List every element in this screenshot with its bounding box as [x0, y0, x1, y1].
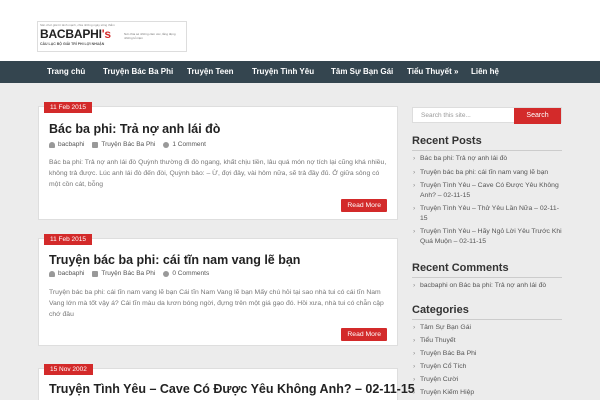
widget-divider — [412, 319, 562, 320]
widget-divider — [412, 150, 562, 151]
user-icon — [49, 270, 55, 277]
post-author[interactable]: bacbaphi — [58, 270, 84, 277]
folder-icon — [92, 270, 99, 277]
recent-post-link[interactable]: Truyện bác ba phi: cái tĩn nam vang lẽ b… — [412, 168, 562, 178]
folder-icon — [92, 141, 99, 148]
post-card: 11 Feb 2015 Truyện bác ba phi: cái tĩn n… — [38, 234, 398, 346]
category-link[interactable]: Truyện Cổ Tích — [412, 362, 562, 372]
logo-name-suffix: 's — [101, 27, 111, 41]
search-input[interactable]: Search this site... Search — [412, 107, 562, 124]
post-date: 15 Nov 2002 — [44, 364, 93, 375]
search-button[interactable]: Search — [514, 108, 561, 124]
logo-name: BACBAPHI's — [40, 27, 111, 41]
post-title[interactable]: Truyện Tình Yêu – Cave Có Được Yêu Không… — [49, 382, 415, 396]
recent-post-link[interactable]: Truyện Tình Yêu – Hãy Ngỏ Lời Yêu Trước … — [412, 227, 562, 247]
main-nav: Trang chủ Truyện Bác Ba Phi Truyện Teen … — [0, 61, 600, 83]
nav-item-lien-he[interactable]: Liên hệ — [471, 61, 499, 83]
recent-post-link[interactable]: Truyện Tình Yêu – Thử Yêu Lần Nữa – 02-1… — [412, 204, 562, 224]
category-link[interactable]: Truyện Cười — [412, 375, 562, 385]
post-comments[interactable]: 1 Comment — [172, 141, 206, 148]
post-meta: bacbaphi Truyện Bác Ba Phi 0 Comments — [49, 270, 209, 277]
post-category[interactable]: Truyện Bác Ba Phi — [101, 270, 155, 277]
comment-icon — [163, 141, 170, 148]
comment-icon — [163, 270, 170, 277]
categories-title: Categories — [412, 304, 469, 316]
recent-comment-link[interactable]: bacbaphi on Bác ba phi: Trả nợ anh lái đ… — [412, 281, 562, 291]
read-more-button[interactable]: Read More — [341, 328, 387, 341]
site-logo[interactable]: Sân chơi giải trí lành mạnh, chia những … — [37, 21, 187, 52]
post-date: 11 Feb 2015 — [44, 102, 93, 113]
post-excerpt: Bác ba phi: Trả nợ anh lái đò Quỳnh thườ… — [49, 159, 387, 188]
post-card: 15 Nov 2002 Truyện Tình Yêu – Cave Có Đư… — [38, 364, 415, 400]
recent-posts-title: Recent Posts — [412, 135, 482, 147]
nav-item-home[interactable]: Trang chủ — [47, 61, 85, 83]
nav-item-truyen-teen[interactable]: Truyện Teen — [187, 61, 234, 83]
logo-subtitle: CÂU LẠC BỘ GIẢI TRÍ PHI LỢI NHUẬN — [40, 42, 105, 46]
post-title[interactable]: Bác ba phi: Trả nợ anh lái đò — [49, 122, 220, 136]
logo-side-text: Nơi chia sẻ những cảm xúc, lắng đọng nhữ… — [124, 32, 176, 40]
category-link[interactable]: Truyện Bác Ba Phi — [412, 349, 562, 359]
site-header: Sân chơi giải trí lành mạnh, chia những … — [0, 0, 600, 61]
search-placeholder: Search this site... — [421, 112, 471, 119]
recent-post-link[interactable]: Bác ba phi: Trả nợ anh lái đò — [412, 154, 562, 164]
post-meta: bacbaphi Truyện Bác Ba Phi 1 Comment — [49, 141, 206, 148]
user-icon — [49, 141, 55, 148]
nav-item-truyen-tinh-yeu[interactable]: Truyện Tình Yêu — [252, 61, 314, 83]
post-card: 11 Feb 2015 Bác ba phi: Trả nợ anh lái đ… — [38, 102, 398, 220]
recent-post-link[interactable]: Truyện Tình Yêu – Cave Có Được Yêu Không… — [412, 181, 562, 201]
read-more-button[interactable]: Read More — [341, 199, 387, 212]
post-author[interactable]: bacbaphi — [58, 141, 84, 148]
post-title[interactable]: Truyện bác ba phi: cái tĩn nam vang lẽ b… — [49, 253, 300, 267]
category-link[interactable]: Truyện Kiếm Hiệp — [412, 388, 562, 398]
post-comments[interactable]: 0 Comments — [172, 270, 209, 277]
nav-item-bac-ba-phi[interactable]: Truyện Bác Ba Phi — [103, 61, 173, 83]
category-link[interactable]: Tâm Sự Bạn Gái — [412, 323, 562, 333]
recent-comments-title: Recent Comments — [412, 262, 509, 274]
widget-divider — [412, 277, 562, 278]
post-excerpt: Truyện bác ba phi: cái tĩn nam vang lẽ b… — [49, 289, 384, 318]
post-date: 11 Feb 2015 — [44, 234, 93, 245]
nav-item-tam-su-ban-gai[interactable]: Tâm Sự Bạn Gái — [331, 61, 393, 83]
post-category[interactable]: Truyện Bác Ba Phi — [101, 141, 155, 148]
logo-name-main: BACBAPHI — [40, 27, 102, 41]
nav-item-tieu-thuyet[interactable]: Tiểu Thuyết » — [407, 61, 458, 83]
category-link[interactable]: Tiểu Thuyết — [412, 336, 562, 346]
